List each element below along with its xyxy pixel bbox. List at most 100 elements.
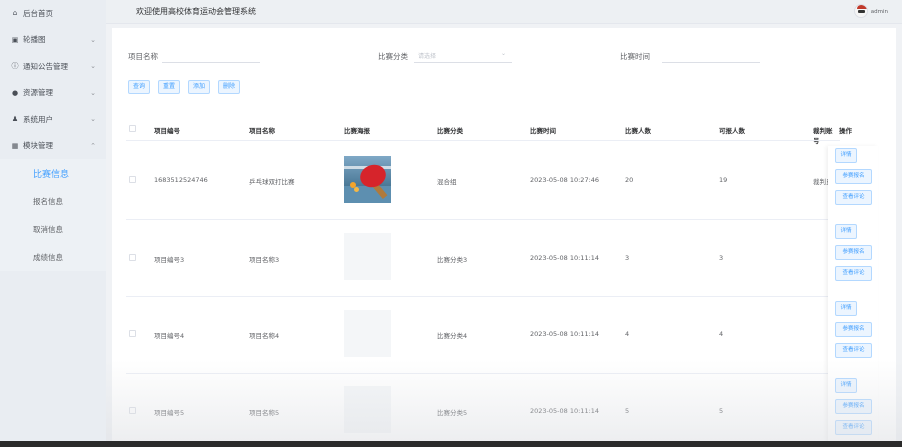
project-name-label: 项目名称 [128, 52, 158, 61]
sidebar-item-system-users[interactable]: ♟ 系统用户 ⌄ [0, 106, 106, 133]
poster-thumbnail[interactable] [344, 386, 391, 433]
view-comments-button[interactable]: 查看评论 [835, 343, 872, 358]
sidebar-item-modules[interactable]: ▦ 模块管理 ⌃ [0, 133, 106, 160]
column-header: 项目名称 [249, 127, 275, 135]
category-placeholder: 请选择 [418, 53, 437, 60]
avatar[interactable] [854, 4, 868, 18]
sidebar-subitem-label: 比赛信息 [33, 169, 70, 180]
column-header: 项目编号 [154, 127, 180, 135]
query-button[interactable]: 查询 [128, 80, 151, 94]
select-all-checkbox[interactable] [129, 125, 136, 132]
main-area: 项目名称 比赛分类 请选择 ⌄ 比赛时间 查询 重置 添加 删除 项目编号 项目… [106, 24, 902, 447]
detail-button[interactable]: 详情 [835, 301, 857, 316]
cell-name: 项目名称4 [249, 332, 280, 340]
image-icon: ▣ [11, 35, 19, 44]
cell-available: 19 [719, 176, 728, 184]
column-header: 比赛海报 [344, 127, 370, 135]
cell-time: 2023-05-08 10:11:14 [530, 254, 600, 262]
bottom-bar [0, 441, 902, 447]
sidebar-item-notices[interactable]: ⓘ 通知公告管理 ⌄ [0, 53, 106, 80]
detail-button[interactable]: 详情 [835, 224, 857, 239]
info-icon: ⓘ [11, 62, 19, 71]
cell-time: 2023-05-08 10:11:14 [530, 330, 600, 338]
poster-thumbnail[interactable] [344, 156, 391, 203]
signup-button[interactable]: 参赛报名 [835, 245, 872, 260]
avatar-glasses-icon [858, 10, 865, 13]
project-name-input[interactable] [162, 47, 260, 63]
sidebar-item-label: 系统用户 [23, 114, 53, 124]
sidebar-item-carousel[interactable]: ▣ 轮播图 ⌄ [0, 27, 106, 54]
cell-count: 3 [625, 254, 630, 262]
ping-pong-ball-icon [354, 187, 359, 192]
detail-button[interactable]: 详情 [835, 148, 857, 163]
modules-submenu: 比赛信息 报名信息 取消信息 成绩信息 [0, 159, 106, 271]
cell-category: 混合组 [437, 178, 457, 186]
category-label: 比赛分类 [378, 52, 408, 61]
sidebar-subitem-match-info[interactable]: 比赛信息 [0, 159, 106, 187]
signup-button[interactable]: 参赛报名 [835, 169, 872, 184]
signup-button[interactable]: 参赛报名 [835, 399, 872, 414]
view-comments-button[interactable]: 查看评论 [835, 266, 872, 281]
cell-count: 20 [625, 176, 634, 184]
cell-available: 3 [719, 254, 724, 262]
cell-code: 项目编号3 [154, 256, 185, 264]
sidebar-subitem-cancel-info[interactable]: 取消信息 [0, 215, 106, 243]
poster-thumbnail[interactable] [344, 310, 391, 357]
row-divider [126, 219, 840, 220]
chevron-down-icon: ⌄ [500, 50, 506, 57]
location-icon: ● [11, 88, 19, 97]
sidebar-subitem-label: 报名信息 [33, 196, 63, 206]
column-header: 比赛分类 [437, 127, 463, 135]
match-time-input[interactable] [662, 47, 760, 63]
cell-category: 比赛分类3 [437, 256, 468, 264]
row-checkbox[interactable] [129, 407, 136, 414]
detail-button[interactable]: 详情 [835, 378, 857, 393]
sidebar-subitem-score-info[interactable]: 成绩信息 [0, 243, 106, 271]
grid-icon: ▦ [11, 141, 19, 150]
row-checkbox[interactable] [129, 330, 136, 337]
cell-available: 4 [719, 330, 724, 338]
user-icon: ♟ [11, 115, 19, 124]
cell-count: 4 [625, 330, 630, 338]
row-checkbox[interactable] [129, 254, 136, 261]
cell-code: 项目编号5 [154, 409, 185, 417]
column-header: 比赛时间 [530, 127, 556, 135]
signup-button[interactable]: 参赛报名 [835, 322, 872, 337]
cell-time: 2023-05-08 10:11:14 [530, 407, 600, 415]
cell-count: 5 [625, 407, 630, 415]
cell-name: 项目名称5 [249, 409, 280, 417]
poster-thumbnail[interactable] [344, 233, 391, 280]
cell-code: 1683512524746 [154, 176, 208, 184]
view-comments-button[interactable]: 查看评论 [835, 190, 872, 205]
cell-code: 项目编号4 [154, 332, 185, 340]
cell-name: 项目名称3 [249, 256, 280, 264]
sidebar: ⌂ 后台首页 ▣ 轮播图 ⌄ ⓘ 通知公告管理 ⌄ ● 资源管理 ⌄ ♟ 系统用… [0, 0, 106, 447]
content-card: 项目名称 比赛分类 请选择 ⌄ 比赛时间 查询 重置 添加 删除 项目编号 项目… [112, 28, 896, 447]
top-header: 欢迎使用高校体育运动会管理系统 admin [106, 0, 902, 24]
row-checkbox[interactable] [129, 176, 136, 183]
match-time-label: 比赛时间 [620, 52, 650, 61]
username[interactable]: admin [871, 9, 888, 15]
sidebar-item-label: 资源管理 [23, 88, 53, 98]
cell-name: 乒乓球双打比赛 [249, 178, 295, 186]
sidebar-item-home[interactable]: ⌂ 后台首页 [0, 0, 106, 27]
chevron-down-icon: ⌄ [90, 88, 96, 97]
category-select[interactable]: 请选择 ⌄ [414, 47, 512, 63]
sidebar-item-label: 轮播图 [23, 35, 46, 45]
view-comments-button[interactable]: 查看评论 [835, 420, 872, 435]
sidebar-subitem-signup-info[interactable]: 报名信息 [0, 187, 106, 215]
page-title: 欢迎使用高校体育运动会管理系统 [136, 7, 256, 16]
chevron-up-icon: ⌃ [90, 141, 96, 150]
avatar-hat-icon [857, 5, 867, 9]
add-button[interactable]: 添加 [188, 80, 211, 94]
sidebar-item-resources[interactable]: ● 资源管理 ⌄ [0, 80, 106, 107]
cell-time: 2023-05-08 10:27:46 [530, 176, 600, 184]
reset-button[interactable]: 重置 [158, 80, 181, 94]
cell-category: 比赛分类4 [437, 332, 468, 340]
delete-button[interactable]: 删除 [218, 80, 241, 94]
column-header: 操作 [839, 127, 852, 135]
operations-column: 详情 参赛报名 查看评论 详情 参赛报名 查看评论 详情 参赛报名 查看评论 详… [828, 146, 878, 443]
column-header: 可报人数 [719, 127, 745, 135]
row-divider [126, 373, 840, 374]
sidebar-subitem-label: 取消信息 [33, 224, 63, 234]
